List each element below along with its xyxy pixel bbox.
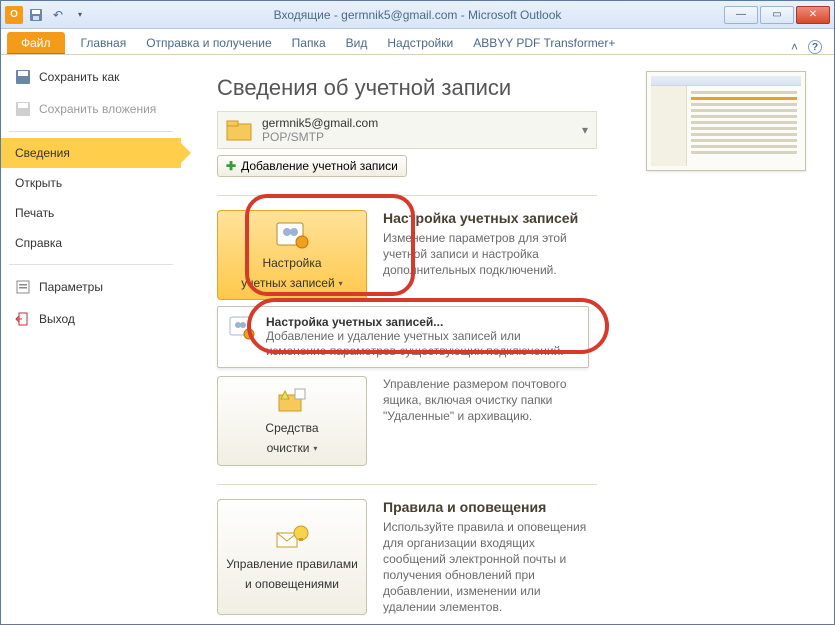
dropdown-title: Настройка учетных записей... (266, 315, 578, 329)
chevron-down-icon: ▾ (582, 123, 588, 137)
cleanup-tools-button[interactable]: Средства очистки ▾ (217, 376, 367, 466)
plus-icon: ✚ (226, 159, 236, 173)
chevron-down-icon: ▾ (339, 279, 343, 288)
tab-file[interactable]: Файл (7, 32, 65, 54)
nav-save-attachments-label: Сохранить вложения (39, 102, 156, 116)
folder-icon (226, 118, 254, 142)
account-email: germnik5@gmail.com (262, 116, 574, 130)
rules-icon (275, 523, 309, 551)
nav-print[interactable]: Печать (1, 198, 181, 228)
nav-open-label: Открыть (15, 176, 62, 190)
exit-icon (15, 311, 31, 327)
cleanup-icon (275, 387, 309, 415)
ribbon-tabs: Файл Главная Отправка и получение Папка … (1, 29, 834, 55)
backstage-nav: Сохранить как Сохранить вложения Сведени… (1, 55, 181, 624)
tab-folder[interactable]: Папка (282, 32, 336, 54)
cleanup-button-l1: Средства (265, 421, 318, 435)
divider (217, 484, 597, 485)
section-account-settings-title: Настройка учетных записей (383, 210, 593, 226)
account-selector[interactable]: germnik5@gmail.com POP/SMTP ▾ (217, 111, 597, 149)
save-as-icon (15, 69, 31, 85)
section-rules-text: Правила и оповещения Используйте правила… (383, 499, 593, 615)
nav-options[interactable]: Параметры (1, 271, 181, 303)
section-cleanup: Средства очистки ▾ Управление размером п… (217, 376, 804, 466)
rules-alerts-button[interactable]: Управление правилами и оповещениями (217, 499, 367, 615)
window-controls: — ▭ ✕ (722, 6, 830, 24)
nav-separator (9, 131, 173, 132)
nav-info-label: Сведения (15, 146, 70, 160)
account-settings-icon (274, 220, 310, 250)
section-cleanup-body: Управление размером почтового ящика, вкл… (383, 376, 593, 424)
tab-home[interactable]: Главная (71, 32, 137, 54)
maximize-button[interactable]: ▭ (760, 6, 794, 24)
account-settings-dropdown-item[interactable]: Настройка учетных записей... Добавление … (217, 306, 589, 368)
nav-open[interactable]: Открыть (1, 168, 181, 198)
backstage-content: Сведения об учетной записи germnik5@gmai… (181, 55, 834, 624)
account-settings-button[interactable]: Настройка учетных записей ▾ (217, 210, 367, 300)
nav-help[interactable]: Справка (1, 228, 181, 258)
rules-button-l2: и оповещениями (245, 577, 339, 591)
account-settings-button-l2: учетных записей (241, 276, 334, 290)
close-button[interactable]: ✕ (796, 6, 830, 24)
tab-view[interactable]: Вид (336, 32, 378, 54)
dropdown-text: Настройка учетных записей... Добавление … (266, 315, 578, 359)
nav-save-attachments: Сохранить вложения (1, 93, 181, 125)
nav-options-label: Параметры (39, 280, 103, 294)
app-icon[interactable]: O (5, 6, 23, 24)
window-title: Входящие - germnik5@gmail.com - Microsof… (1, 8, 834, 22)
nav-info[interactable]: Сведения (1, 138, 181, 168)
quick-access-toolbar: O ↶ ▾ (5, 6, 89, 24)
nav-exit-label: Выход (39, 312, 75, 326)
section-rules-title: Правила и оповещения (383, 499, 593, 515)
nav-save-as-label: Сохранить как (39, 70, 119, 84)
section-rules-body: Используйте правила и оповещения для орг… (383, 519, 593, 615)
nav-separator (9, 264, 173, 265)
ribbon-minimize-icon[interactable]: ˄ (791, 40, 798, 54)
chevron-down-icon: ▾ (313, 444, 317, 453)
qat-undo-icon[interactable]: ↶ (49, 6, 67, 24)
tab-addins[interactable]: Надстройки (377, 32, 463, 54)
nav-help-label: Справка (15, 236, 62, 250)
minimize-button[interactable]: — (724, 6, 758, 24)
section-cleanup-text: Управление размером почтового ящика, вкл… (383, 376, 593, 466)
save-attachments-icon (15, 101, 31, 117)
options-icon (15, 279, 31, 295)
account-settings-button-l1: Настройка (262, 256, 321, 270)
tab-send-receive[interactable]: Отправка и получение (136, 32, 281, 54)
print-preview-thumbnail (646, 71, 806, 171)
add-account-label: Добавление учетной записи (241, 159, 398, 173)
section-rules: Управление правилами и оповещениями Прав… (217, 499, 804, 615)
qat-customize-icon[interactable]: ▾ (71, 6, 89, 24)
cleanup-button-l2: очистки (267, 441, 310, 455)
help-icon[interactable]: ? (808, 40, 822, 54)
tab-abbyy[interactable]: ABBYY PDF Transformer+ (463, 32, 625, 54)
rules-button-l1: Управление правилами (226, 557, 358, 571)
dropdown-body: Добавление и удаление учетных записей ил… (266, 329, 578, 359)
account-settings-small-icon (228, 315, 256, 341)
account-text: germnik5@gmail.com POP/SMTP (262, 116, 574, 144)
titlebar: O ↶ ▾ Входящие - germnik5@gmail.com - Mi… (1, 1, 834, 29)
section-account-settings: Настройка учетных записей ▾ Настройка уч… (217, 210, 804, 300)
nav-exit[interactable]: Выход (1, 303, 181, 335)
backstage: Сохранить как Сохранить вложения Сведени… (1, 55, 834, 624)
add-account-button[interactable]: ✚ Добавление учетной записи (217, 155, 407, 177)
section-account-settings-text: Настройка учетных записей Изменение пара… (383, 210, 593, 300)
account-protocol: POP/SMTP (262, 130, 574, 144)
nav-print-label: Печать (15, 206, 54, 220)
nav-save-as[interactable]: Сохранить как (1, 61, 181, 93)
divider (217, 195, 597, 196)
qat-save-icon[interactable] (27, 6, 45, 24)
section-account-settings-body: Изменение параметров для этой учетной за… (383, 230, 593, 278)
